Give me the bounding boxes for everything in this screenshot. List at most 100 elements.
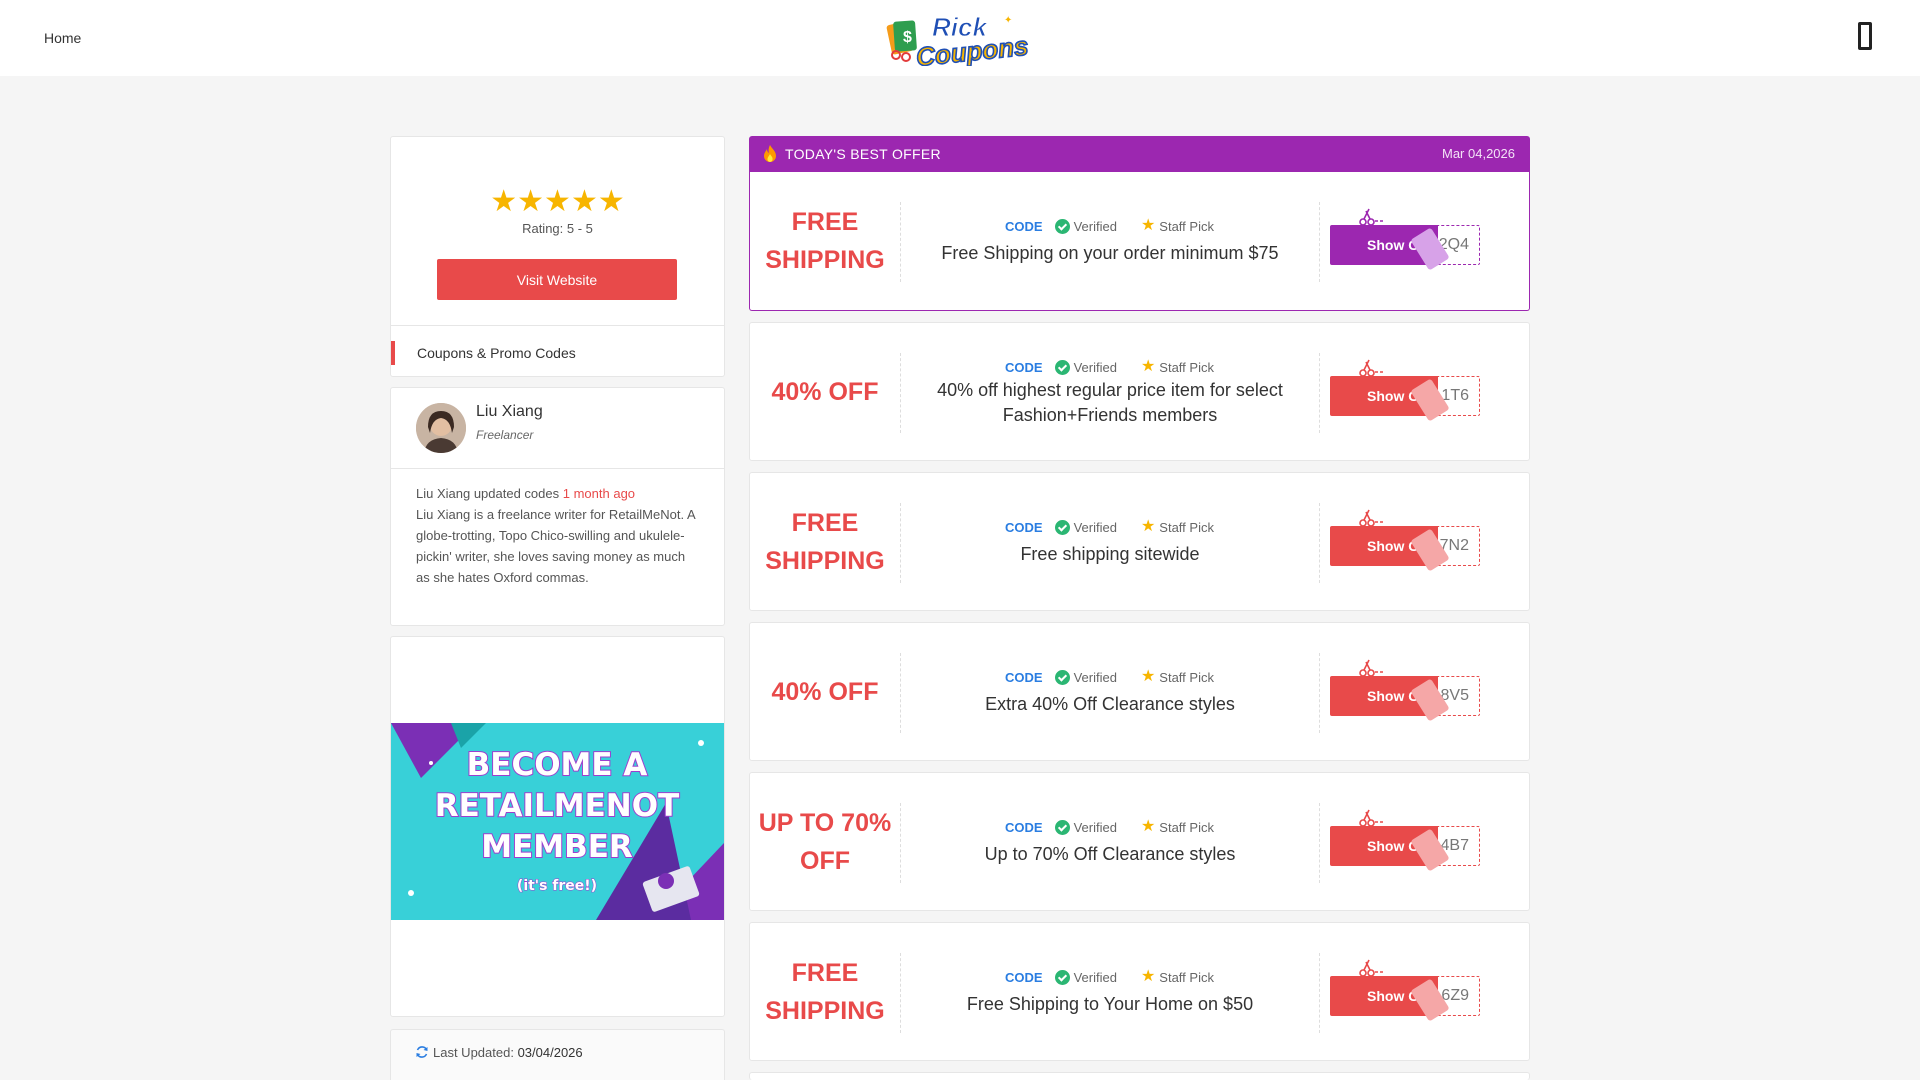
verified-label: Verified bbox=[1073, 218, 1117, 234]
check-icon bbox=[1054, 669, 1070, 685]
home-link[interactable]: Home bbox=[44, 30, 81, 46]
offer-card-partial bbox=[749, 1072, 1530, 1080]
staff-pick-label: Staff Pick bbox=[1159, 359, 1214, 375]
code-label: CODE bbox=[1005, 819, 1043, 835]
code-label: CODE bbox=[1005, 519, 1043, 535]
offer-discount: FREE SHIPPING bbox=[765, 208, 885, 274]
rick-coupons-logo[interactable]: $ Rick Coupons ✦ bbox=[886, 9, 1034, 66]
check-icon bbox=[1054, 218, 1070, 234]
divider bbox=[900, 202, 901, 282]
code-label: CODE bbox=[1005, 218, 1043, 234]
code-box: 4B7 Show Code bbox=[1330, 826, 1480, 872]
menu-icon bbox=[1858, 22, 1872, 50]
code-box: 2Q4 Show Code bbox=[1330, 225, 1480, 271]
staff-pick-label: Staff Pick bbox=[1159, 819, 1214, 835]
svg-text:$: $ bbox=[903, 29, 912, 46]
offer-discount: 40% OFF bbox=[771, 677, 879, 706]
scissors-icon bbox=[1359, 659, 1384, 677]
code-box: 6Z9 Show Code bbox=[1330, 976, 1480, 1022]
divider bbox=[900, 653, 901, 733]
fire-icon bbox=[764, 145, 776, 162]
offer-discount: 40% OFF bbox=[771, 377, 879, 406]
updated-ago: 1 month ago bbox=[562, 486, 636, 501]
offer-description: Free shipping sitewide bbox=[1020, 543, 1200, 564]
divider bbox=[391, 325, 724, 326]
menu-button[interactable] bbox=[1854, 20, 1878, 54]
offer-card: FREE SHIPPING CODE Verified ★ Staff Pick … bbox=[749, 472, 1530, 611]
divider bbox=[1319, 353, 1320, 433]
staff-pick-badge: ★ Staff Pick bbox=[1140, 217, 1214, 234]
offer-card: UP TO 70% OFF CODE Verified ★ Staff Pick … bbox=[749, 772, 1530, 911]
offer-meta: CODE Verified ★ Staff Pick bbox=[900, 818, 1319, 836]
staff-pick-label: Staff Pick bbox=[1159, 218, 1214, 234]
code-box: 8V5 Show Code bbox=[1330, 676, 1480, 722]
ad-line-3: MEMBER bbox=[481, 829, 633, 865]
divider bbox=[900, 803, 901, 883]
verified-label: Verified bbox=[1073, 519, 1117, 535]
divider bbox=[1319, 653, 1320, 733]
retailmenot-ad-banner[interactable]: BECOME A RETAILMENOT MEMBER (it's free!) bbox=[391, 723, 724, 920]
divider bbox=[391, 468, 724, 469]
ad-line-2: RETAILMENOT bbox=[435, 788, 680, 824]
offer-card: 40% OFF CODE Verified ★ Staff Pick 40% of… bbox=[749, 322, 1530, 461]
check-icon bbox=[1054, 969, 1070, 985]
star-icon: ★ bbox=[490, 185, 518, 218]
code-box: 1T6 Show Code bbox=[1330, 376, 1480, 422]
scissors-icon bbox=[1359, 509, 1384, 527]
active-indicator bbox=[391, 341, 395, 365]
verified-label: Verified bbox=[1073, 819, 1117, 835]
divider bbox=[900, 503, 901, 583]
author-bio: Liu Xiang updated codes 1 month ago Liu … bbox=[416, 483, 701, 588]
offer-meta: CODE Verified ★ Staff Pick bbox=[900, 518, 1319, 536]
offer-meta: CODE Verified ★ Staff Pick bbox=[900, 217, 1319, 235]
staff-pick-label: Staff Pick bbox=[1159, 969, 1214, 985]
top-nav: Home $ Rick Coupons ✦ bbox=[0, 0, 1920, 76]
best-offer-date: Mar 04,2026 bbox=[1442, 146, 1515, 161]
verified-badge: Verified bbox=[1054, 819, 1117, 835]
last-updated-date: 03/04/2026 bbox=[517, 1045, 583, 1060]
ad-line-1: BECOME A bbox=[467, 747, 648, 783]
author-role: Freelancer bbox=[476, 428, 534, 442]
best-offer-title: TODAY'S BEST OFFER bbox=[785, 146, 941, 162]
author-name: Liu Xiang bbox=[476, 403, 543, 420]
verified-badge: Verified bbox=[1054, 218, 1117, 234]
offer-meta: CODE Verified ★ Staff Pick bbox=[900, 668, 1319, 686]
offer-meta: CODE Verified ★ Staff Pick bbox=[900, 968, 1319, 986]
best-offer-header: TODAY'S BEST OFFER Mar 04,2026 bbox=[749, 136, 1530, 172]
code-box: 7N2 Show Code bbox=[1330, 526, 1480, 572]
refresh-icon bbox=[416, 1046, 428, 1058]
visit-website-button[interactable]: Visit Website bbox=[437, 259, 677, 300]
offer-card: FREE SHIPPING CODE Verified ★ Staff Pick … bbox=[749, 172, 1530, 311]
last-updated-card: Last Updated: 03/04/2026 bbox=[390, 1029, 725, 1080]
star-icon: ★ bbox=[517, 185, 545, 218]
offer-description: Extra 40% Off Clearance styles bbox=[985, 693, 1235, 714]
author-card: Liu Xiang Freelancer Liu Xiang updated c… bbox=[390, 387, 725, 626]
offer-description: Free Shipping to Your Home on $50 bbox=[966, 993, 1254, 1014]
offer-description: 40% off highest regular price item for s… bbox=[937, 380, 1283, 425]
check-icon bbox=[1054, 819, 1070, 835]
divider bbox=[1319, 503, 1320, 583]
updated-prefix: Liu Xiang updated codes bbox=[416, 486, 560, 501]
star-icon: ★ bbox=[570, 185, 598, 218]
verified-badge: Verified bbox=[1054, 969, 1117, 985]
last-updated-label: Last Updated: bbox=[433, 1045, 514, 1060]
star-icon: ★ bbox=[1140, 217, 1156, 234]
sidebar-item-coupons[interactable]: Coupons & Promo Codes bbox=[391, 339, 724, 367]
verified-label: Verified bbox=[1073, 669, 1117, 685]
star-icon: ★ bbox=[1140, 818, 1156, 835]
divider bbox=[1319, 953, 1320, 1033]
svg-text:✦: ✦ bbox=[1004, 15, 1012, 26]
sidebar-item-label: Coupons & Promo Codes bbox=[417, 345, 576, 361]
verified-label: Verified bbox=[1073, 359, 1117, 375]
staff-pick-badge: ★ Staff Pick bbox=[1140, 818, 1214, 835]
avatar bbox=[416, 403, 466, 453]
ad-line-4: (it's free!) bbox=[517, 878, 597, 894]
divider bbox=[1319, 202, 1320, 282]
staff-pick-badge: ★ Staff Pick bbox=[1141, 969, 1214, 985]
scissors-icon bbox=[1359, 208, 1384, 226]
staff-pick-label: Staff Pick bbox=[1159, 519, 1214, 535]
star-icon: ★ bbox=[544, 185, 571, 218]
verified-label: Verified bbox=[1073, 969, 1117, 985]
divider bbox=[900, 953, 901, 1033]
offer-discount: FREE SHIPPING bbox=[765, 508, 885, 575]
